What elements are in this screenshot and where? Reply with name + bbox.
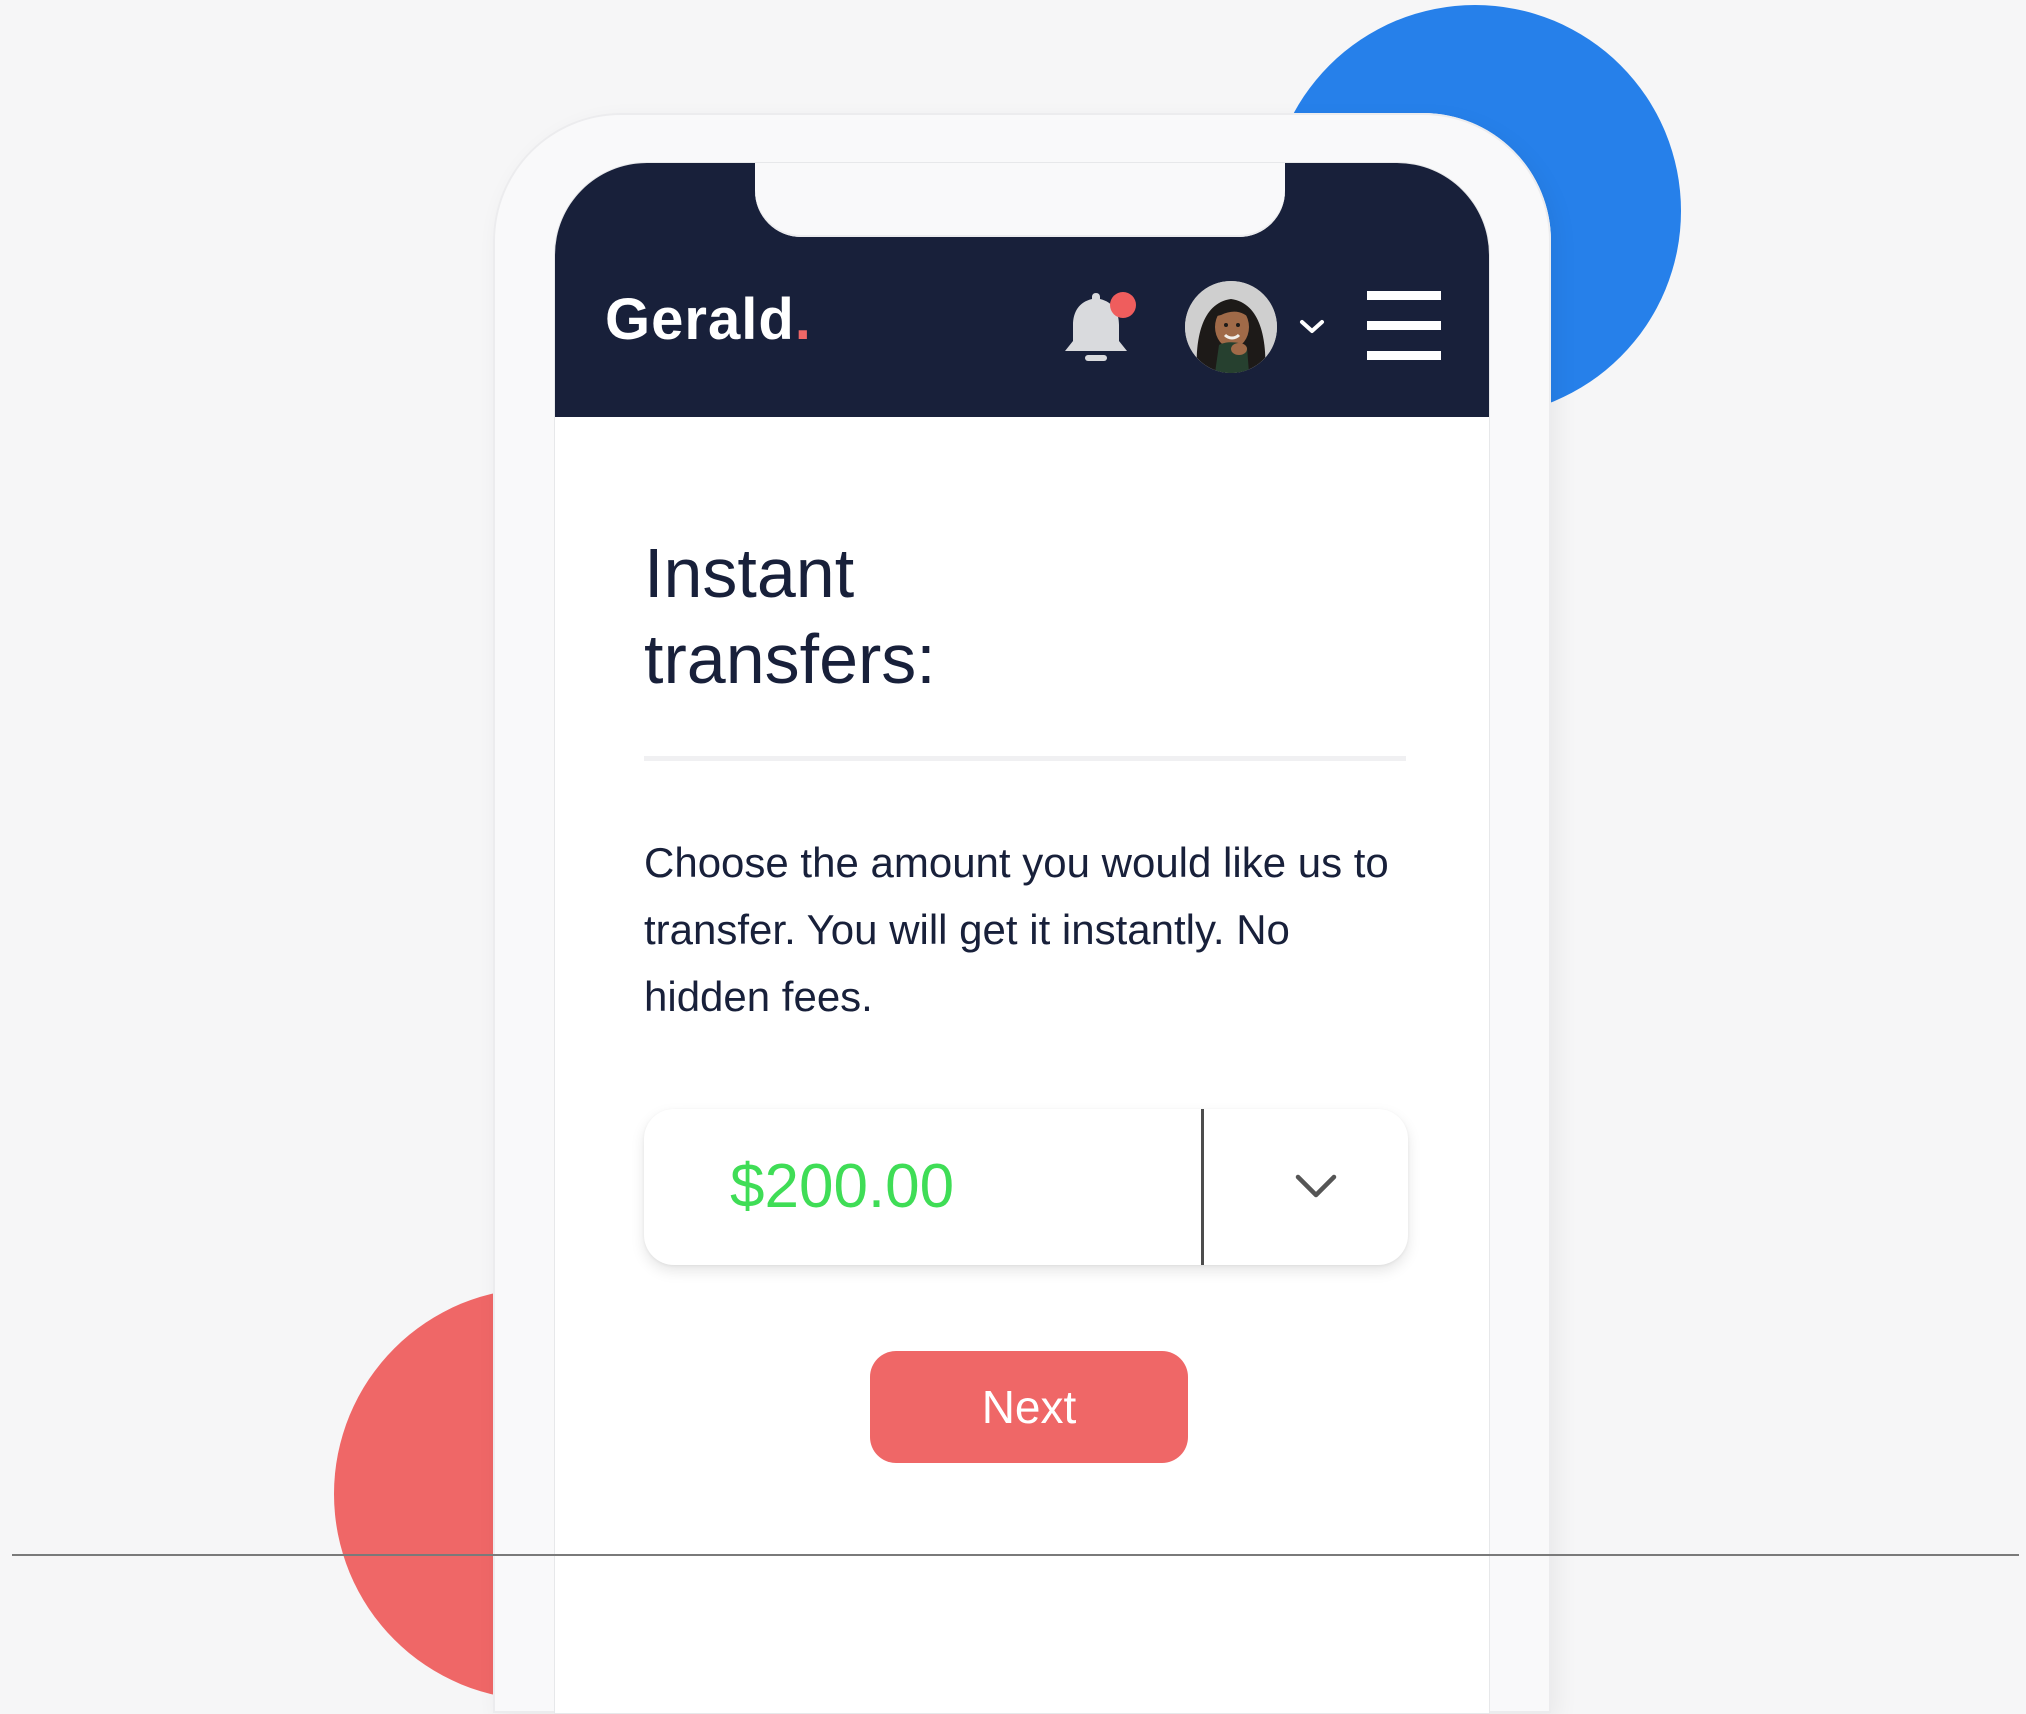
phone-notch [755,163,1285,237]
hamburger-menu-icon[interactable] [1367,291,1441,361]
description-text: Choose the amount you would like us to t… [644,839,1389,1020]
divider [644,756,1406,761]
amount-value: $200.00 [730,1152,955,1221]
title-line-1: Instant [644,534,855,612]
logo-dot: . [794,287,812,352]
chevron-down-icon[interactable] [1294,1173,1338,1201]
baseline [12,1554,2019,1556]
phone-screen: Gerald. Instant transfers: Choose the am… [555,163,1489,1713]
app-logo[interactable]: Gerald. [605,291,812,349]
menu-line [1367,291,1441,300]
logo-text: Gerald [605,287,795,352]
notification-badge [1110,292,1136,318]
page-title: Instant transfers: [644,530,1344,702]
amount-separator [1201,1109,1204,1265]
chevron-down-icon[interactable] [1296,317,1328,337]
user-avatar[interactable] [1185,281,1277,373]
next-button[interactable]: Next [870,1351,1188,1463]
amount-select[interactable]: $200.00 [644,1109,1408,1265]
menu-line [1367,321,1441,330]
app-header: Gerald. [555,163,1489,417]
title-line-2: transfers: [644,620,936,698]
menu-line [1367,351,1441,360]
